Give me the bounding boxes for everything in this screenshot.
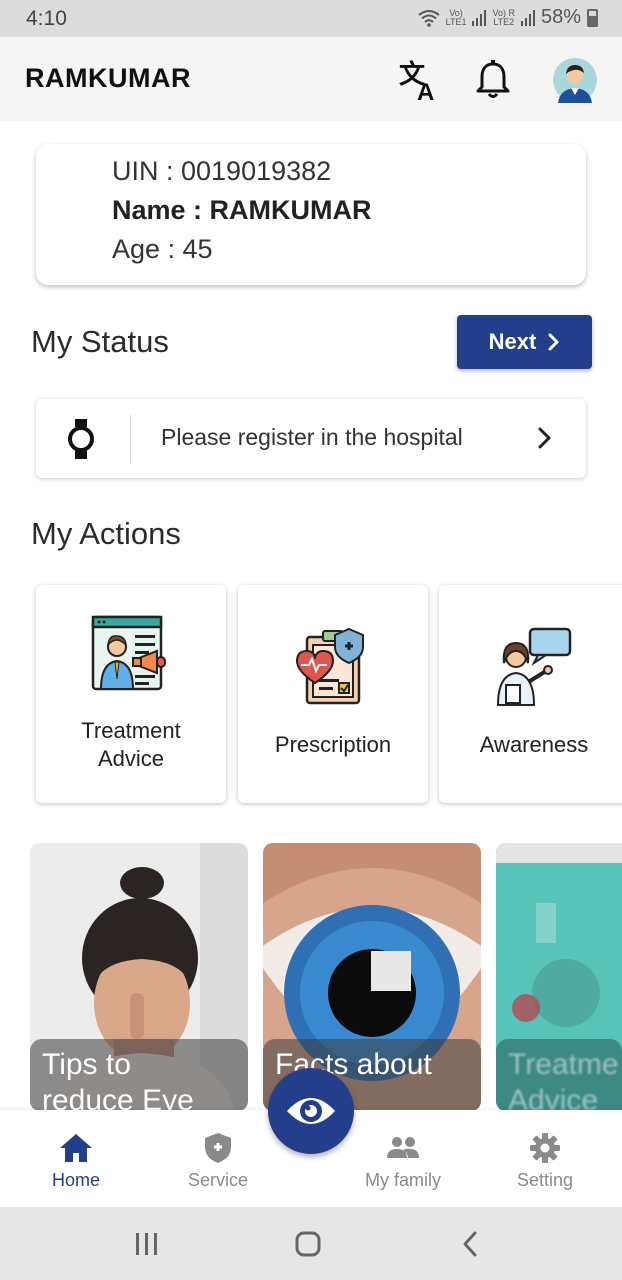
action-label: Prescription [274,732,392,757]
status-message: Please register in the hospital [161,424,463,450]
action-label: Advice [97,746,165,771]
prescription-icon [295,627,364,705]
tip-card[interactable]: Treatme Advice [496,843,622,1111]
nav-label: My family [365,1170,441,1190]
nav-home[interactable]: Home [36,1110,116,1207]
action-label: Treatment [81,718,181,743]
tip-caption: Tips to reduce Eye [30,1039,248,1111]
treatment-advice-icon [91,615,166,691]
signal2-icon [520,9,535,26]
status-bar: 4:10 Vo) LTE1 Vo) R LTE2 58% [0,0,622,37]
tip-caption-text: Treatme [508,1048,619,1081]
back-icon[interactable] [455,1229,485,1259]
action-awareness[interactable]: Awareness [439,585,622,803]
my-status-title: My Status [31,324,169,359]
eye-icon [287,1098,335,1124]
battery-icon [587,8,598,27]
watch-icon [68,419,94,459]
patient-info-card: UIN : 0019019382 Name : RAMKUMAR Age : 4… [36,144,586,285]
shield-icon [204,1132,232,1164]
nav-service[interactable]: Service [178,1110,258,1207]
signal1-icon [472,9,487,26]
chevron-right-icon [538,427,551,449]
translate-icon[interactable]: 文 A [397,57,443,103]
nav-my-family[interactable]: My family [353,1110,453,1207]
home-icon [59,1132,93,1164]
tip-caption-text: Tips to [42,1048,131,1081]
wifi-icon [417,9,440,27]
tip-card[interactable]: Tips to reduce Eye [30,843,248,1111]
home-system-icon[interactable] [293,1229,323,1259]
next-button-label: Next [488,329,537,354]
status-icons: Vo) LTE1 Vo) R LTE2 58% [417,6,598,29]
gear-icon [529,1132,561,1164]
svg-text:A: A [417,79,434,103]
action-treatment-advice[interactable]: Treatment Advice [36,585,226,803]
patient-name: Name : RAMKUMAR [112,195,372,225]
status-divider [130,415,131,463]
tip-caption-text: Advice [508,1084,599,1111]
patient-age: Age : 45 [112,234,213,264]
status-card[interactable]: Please register in the hospital [36,399,586,478]
action-label: Awareness [479,732,589,757]
system-navigation-bar [0,1207,622,1280]
app-bar: RAMKUMAR 文 A [0,37,622,121]
tip-caption-text: reduce Eye [42,1084,194,1111]
action-prescription[interactable]: Prescription [238,585,428,803]
status-time: 4:10 [26,7,67,30]
sim1-label: Vo) LTE1 [445,7,467,27]
battery-percent: 58% [540,6,581,28]
bell-icon[interactable] [470,57,516,103]
next-button[interactable]: Next [457,315,592,369]
nav-label: Service [187,1170,249,1190]
my-actions-title: My Actions [31,516,181,551]
tip-caption: Treatme Advice [496,1039,622,1111]
eye-fab-button[interactable] [268,1068,354,1154]
app-title: RAMKUMAR [25,63,191,93]
nav-label: Home [51,1170,100,1190]
awareness-icon [496,627,572,706]
nav-label: Setting [516,1170,574,1190]
recent-apps-icon[interactable] [132,1229,162,1259]
family-icon [385,1132,421,1164]
patient-uin: UIN : 0019019382 [112,156,332,186]
nav-setting[interactable]: Setting [505,1110,585,1207]
avatar[interactable] [552,57,598,103]
chevron-right-icon [548,333,559,351]
sim2-label: Vo) R LTE2 [492,7,515,27]
